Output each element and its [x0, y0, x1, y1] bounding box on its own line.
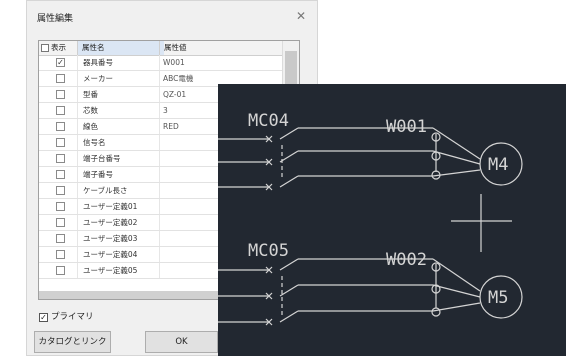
attribute-name-cell: ユーザー定義05 — [83, 266, 138, 275]
schematic-canvas: MC04 W001 M4 MC05 W002 M5 — [218, 111, 523, 326]
cad-drawing-area[interactable]: MC04 W001 M4 MC05 W002 M5 — [218, 84, 566, 356]
close-icon[interactable]: ✕ — [291, 7, 311, 25]
attribute-name-cell: ユーザー定義03 — [83, 234, 138, 243]
attribute-name-cell: ユーザー定義02 — [83, 218, 138, 227]
attribute-name-cell: 線色 — [83, 122, 98, 131]
dialog-titlebar: 属性編集 ✕ — [27, 1, 317, 31]
column-divider — [77, 55, 78, 70]
column-divider — [77, 103, 78, 118]
column-divider — [77, 151, 78, 166]
contactor-label-mc05: MC05 — [248, 241, 289, 261]
show-checkbox[interactable] — [56, 74, 65, 83]
column-divider — [77, 87, 78, 102]
show-checkbox[interactable]: ✓ — [56, 58, 65, 67]
column-divider — [159, 199, 160, 214]
show-checkbox[interactable] — [56, 234, 65, 243]
column-divider — [77, 231, 78, 246]
attribute-name-cell: 信号名 — [83, 138, 106, 147]
show-checkbox[interactable] — [56, 154, 65, 163]
primary-label: プライマリ — [51, 312, 94, 322]
column-header-show[interactable]: 表示 — [51, 41, 77, 55]
column-divider — [77, 119, 78, 134]
attribute-name-cell: ケーブル長さ — [83, 186, 128, 195]
show-checkbox[interactable] — [56, 266, 65, 275]
table-row[interactable]: ✓ 器具番号 W001 — [39, 55, 283, 71]
link-catalog-button[interactable]: カタログとリンク — [34, 331, 111, 353]
primary-option[interactable]: ✓ プライマリ — [39, 310, 94, 324]
table-header: 表示 属性名 属性値 — [39, 41, 283, 56]
contactor-label-mc04: MC04 — [248, 111, 289, 131]
column-divider — [159, 55, 160, 70]
column-divider — [159, 103, 160, 118]
show-checkbox[interactable] — [56, 186, 65, 195]
column-divider — [77, 167, 78, 182]
show-checkbox[interactable] — [56, 90, 65, 99]
column-divider — [77, 71, 78, 86]
attribute-name-cell: ユーザー定義04 — [83, 250, 138, 259]
column-divider — [77, 183, 78, 198]
show-checkbox[interactable] — [56, 106, 65, 115]
column-divider — [159, 231, 160, 246]
column-divider — [77, 199, 78, 214]
attribute-name-cell: ユーザー定義01 — [83, 202, 138, 211]
wire-label-w002: W002 — [386, 250, 427, 270]
column-divider — [159, 71, 160, 86]
attribute-name-cell: 器具番号 — [83, 58, 113, 67]
show-checkbox[interactable] — [56, 218, 65, 227]
column-divider — [159, 263, 160, 278]
column-divider — [159, 183, 160, 198]
column-divider — [77, 263, 78, 278]
primary-checkbox[interactable]: ✓ — [39, 313, 48, 322]
attribute-value-cell[interactable]: W001 — [163, 55, 251, 70]
show-checkbox[interactable] — [56, 250, 65, 259]
column-divider — [159, 215, 160, 230]
attribute-name-cell: 芯数 — [83, 106, 98, 115]
show-checkbox[interactable] — [56, 202, 65, 211]
show-checkbox[interactable] — [56, 138, 65, 147]
column-divider — [159, 247, 160, 262]
column-divider — [159, 87, 160, 102]
column-header-name[interactable]: 属性名 — [77, 41, 164, 55]
column-divider — [77, 135, 78, 150]
column-divider — [159, 119, 160, 134]
show-checkbox[interactable] — [56, 122, 65, 131]
select-all-checkbox[interactable] — [41, 44, 49, 52]
column-divider — [159, 135, 160, 150]
show-checkbox[interactable] — [56, 170, 65, 179]
column-divider — [77, 215, 78, 230]
column-header-value[interactable]: 属性値 — [159, 41, 256, 55]
motor-label-m4: M4 — [488, 155, 508, 175]
attribute-name-cell: 端子台番号 — [83, 154, 121, 163]
column-divider — [77, 247, 78, 262]
column-divider — [159, 151, 160, 166]
ok-button[interactable]: OK — [145, 331, 218, 353]
attribute-name-cell: 端子番号 — [83, 170, 113, 179]
motor-label-m5: M5 — [488, 288, 508, 308]
wire-label-w001: W001 — [386, 117, 427, 137]
dialog-title: 属性編集 — [37, 14, 74, 24]
column-divider — [159, 167, 160, 182]
attribute-name-cell: 型番 — [83, 90, 98, 99]
attribute-name-cell: メーカー — [83, 74, 113, 83]
